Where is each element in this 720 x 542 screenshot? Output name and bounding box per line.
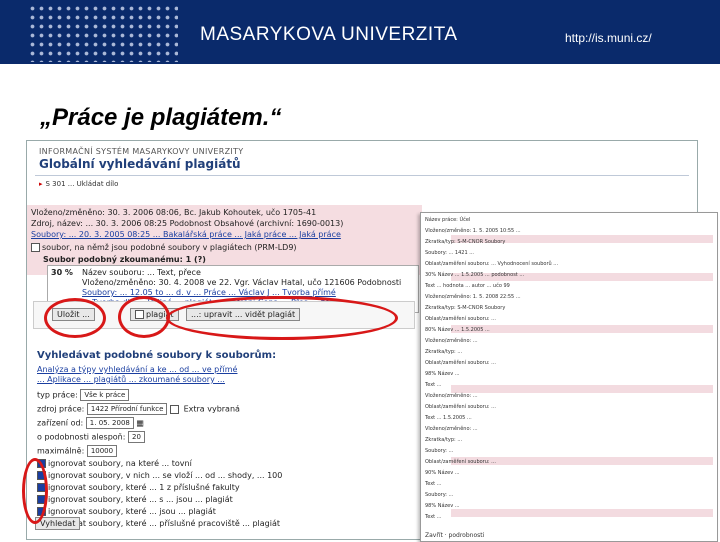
overlay-row[interactable]: 90% Název ... <box>425 470 460 476</box>
overlay-row: Vloženo/změněno: ... <box>425 393 478 399</box>
overlay-row[interactable]: 98% Název ... <box>425 503 460 509</box>
overlay-footer[interactable]: Zavřít · podrobnosti <box>425 532 484 539</box>
arrow-right-icon: ▸ <box>39 180 43 188</box>
overlay-row[interactable]: 98% Název ... <box>425 371 460 377</box>
logo-dot-pattern-icon <box>28 4 178 62</box>
calendar-icon[interactable]: ▦ <box>136 419 144 428</box>
hint-line[interactable]: Analýza a týpy vyhledávání a ke ... od .… <box>37 365 237 374</box>
annotation-ellipse-mark <box>166 296 398 340</box>
overlay-row: Text ... hodnota ... autor ... učo 99 <box>425 283 510 289</box>
slide-title: „Práce je plagiátem.“ <box>40 104 282 131</box>
overlay-row[interactable]: Text ... 1.5.2005 ... <box>425 415 472 421</box>
annotation-ellipse-save <box>44 298 106 338</box>
search-section-title: Vyhledávat podobné soubory k souborům: <box>37 350 277 361</box>
breadcrumb[interactable]: ▸ S 301 ... Ukládat dílo <box>39 180 118 188</box>
date-input[interactable]: 1. 05. 2008 <box>85 417 134 429</box>
overlay-row[interactable]: Soubory: ... <box>425 492 453 498</box>
record-checkbox[interactable] <box>31 243 40 252</box>
annotation-ellipse-plagiarism <box>118 296 170 338</box>
overlay-row: Text ... <box>425 382 442 388</box>
record-files-link[interactable]: Soubory: ... 20. 3. 2005 08:25 ... Bakal… <box>31 230 341 239</box>
university-url[interactable]: http://is.muni.cz/ <box>565 31 652 45</box>
hint-line[interactable]: ... Aplikace ... plagiátů ... zkoumané s… <box>37 375 225 384</box>
ignore-option[interactable]: ignorovat soubory, které ... jsou ... pl… <box>37 507 216 516</box>
overlay-band <box>451 385 713 393</box>
overlay-row: Zkratka/typ: S-M-CNOR Soubory <box>425 239 506 245</box>
similar-count: Soubor podobný zkoumanému: 1 (?) <box>43 255 206 264</box>
overlay-row: Oblast/zaměření souboru: ... Vyhodnocení… <box>425 261 559 267</box>
similarity-percent: 30 % <box>51 268 73 277</box>
ignore-option[interactable]: ignorovat soubory, které ... 1 z přísluš… <box>37 483 240 492</box>
university-name: MASARYKOVA UNIVERZITA <box>200 24 458 45</box>
annotation-ellipse-options <box>22 458 48 524</box>
overlay-row: Název práce: Účel <box>425 217 471 223</box>
overlay-row: Zkratka/typ: S-M-CNOR Soubory <box>425 305 506 311</box>
overlay-row: Oblast/zaměření souboru: ... <box>425 316 496 322</box>
overlay-row: Oblast/zaměření souboru: ... <box>425 459 496 465</box>
app-title: Globální vyhledávání plagiátů <box>39 157 241 171</box>
overlay-row: Zkratka/typ: ... <box>425 437 463 443</box>
overlay-band <box>451 325 713 333</box>
result-line: Vloženo/změněno: 30. 4. 2008 ve 22. Vgr.… <box>82 278 402 287</box>
type-row: typ práce: Vše k práce <box>37 389 130 401</box>
record-line: Vloženo/změněno: 30. 3. 2006 08:06, Bc. … <box>31 208 317 217</box>
overlay-row[interactable]: Soubory: ... 1421 ... <box>425 250 474 256</box>
university-banner: MASARYKOVA UNIVERZITA http://is.muni.cz/ <box>0 0 720 64</box>
overlay-row: Oblast/zaměření souboru: ... <box>425 360 496 366</box>
ignore-option[interactable]: ignorovat soubory, na které ... tovní <box>37 459 192 468</box>
result-line: Název souboru: ... Text, přece <box>82 268 201 277</box>
overlay-row: Vloženo/změněno: 1. 5. 2008 22:55 ... <box>425 294 521 300</box>
overlay-row: Vloženo/změněno: ... <box>425 338 478 344</box>
ignore-option[interactable]: ignorovat soubory, v nich ... se vloží .… <box>37 471 282 480</box>
system-name: INFORMAČNÍ SYSTÉM MASARYKOVY UNIVERZITY <box>39 147 244 156</box>
source-row: zdroj práce: 1422 Přírodní funkce Extra … <box>37 403 240 415</box>
max-row: maximálně: 10000 <box>37 445 118 457</box>
record-line: Zdroj, název: ... 30. 3. 2006 08:25 Podo… <box>31 219 344 228</box>
search-settings: Analýza a týpy vyhledávání a ke ... od .… <box>31 363 421 535</box>
header-divider <box>35 175 689 176</box>
type-select[interactable]: Vše k práce <box>80 389 130 401</box>
overlay-row[interactable]: 80% Název ... 1.5.2005 ... <box>425 327 490 333</box>
extra-checkbox[interactable] <box>170 404 180 414</box>
record-option[interactable]: soubor, na němž jsou podobné soubory v p… <box>31 243 297 252</box>
overlay-row[interactable]: 30% Název ... 1.5.2005 ... podobnost ... <box>425 272 524 278</box>
overlay-row: Vloženo/změněno: 1. 5. 2005 10:55 ... <box>425 228 521 234</box>
overlay-row: Zkratka/typ: ... <box>425 349 463 355</box>
max-input[interactable]: 10000 <box>86 445 118 457</box>
ignore-option[interactable]: ignorovat soubory, které ... s ... jsou … <box>37 495 233 504</box>
source-select[interactable]: 1422 Přírodní funkce <box>86 403 168 415</box>
overlay-row[interactable]: Soubory: ... <box>425 448 453 454</box>
overlay-row: Vloženo/změněno: ... <box>425 426 478 432</box>
overlay-row: Text ... <box>425 481 442 487</box>
similar-files-overlay: Název práce: Účel Vloženo/změněno: 1. 5.… <box>420 212 718 542</box>
overlay-row: Text ... <box>425 514 442 520</box>
date-row: zařízení od: 1. 05. 2008 ▦ <box>37 417 144 429</box>
similarity-input[interactable]: 20 <box>128 431 145 443</box>
overlay-row: Oblast/zaměření souboru: ... <box>425 404 496 410</box>
limit-row: o podobnosti alespoň: 20 <box>37 431 145 443</box>
overlay-band <box>451 509 713 517</box>
